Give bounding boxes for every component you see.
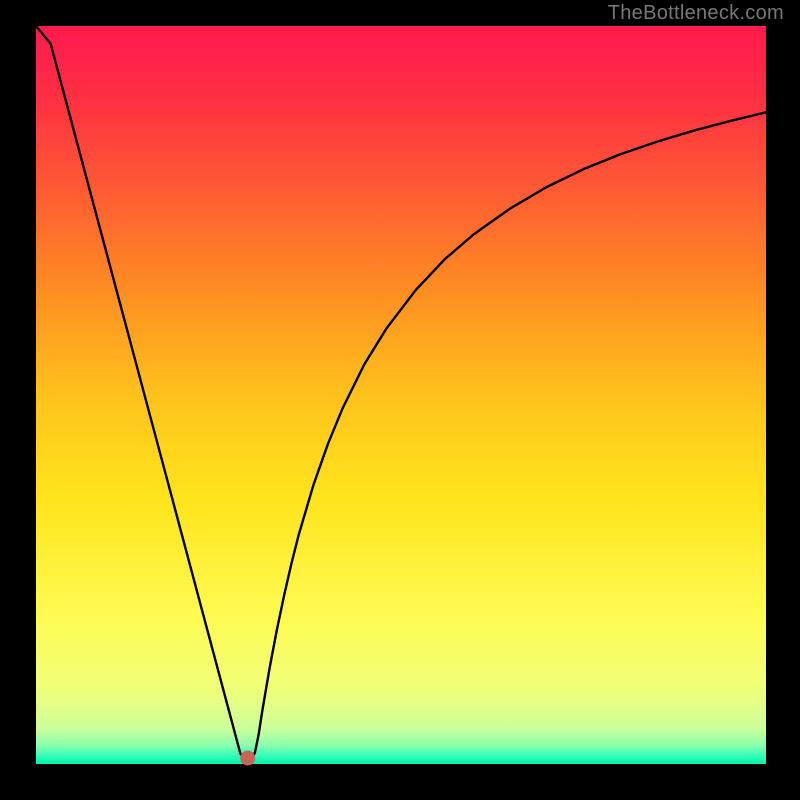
minimum-marker — [240, 751, 255, 766]
bottleneck-chart — [0, 0, 800, 800]
